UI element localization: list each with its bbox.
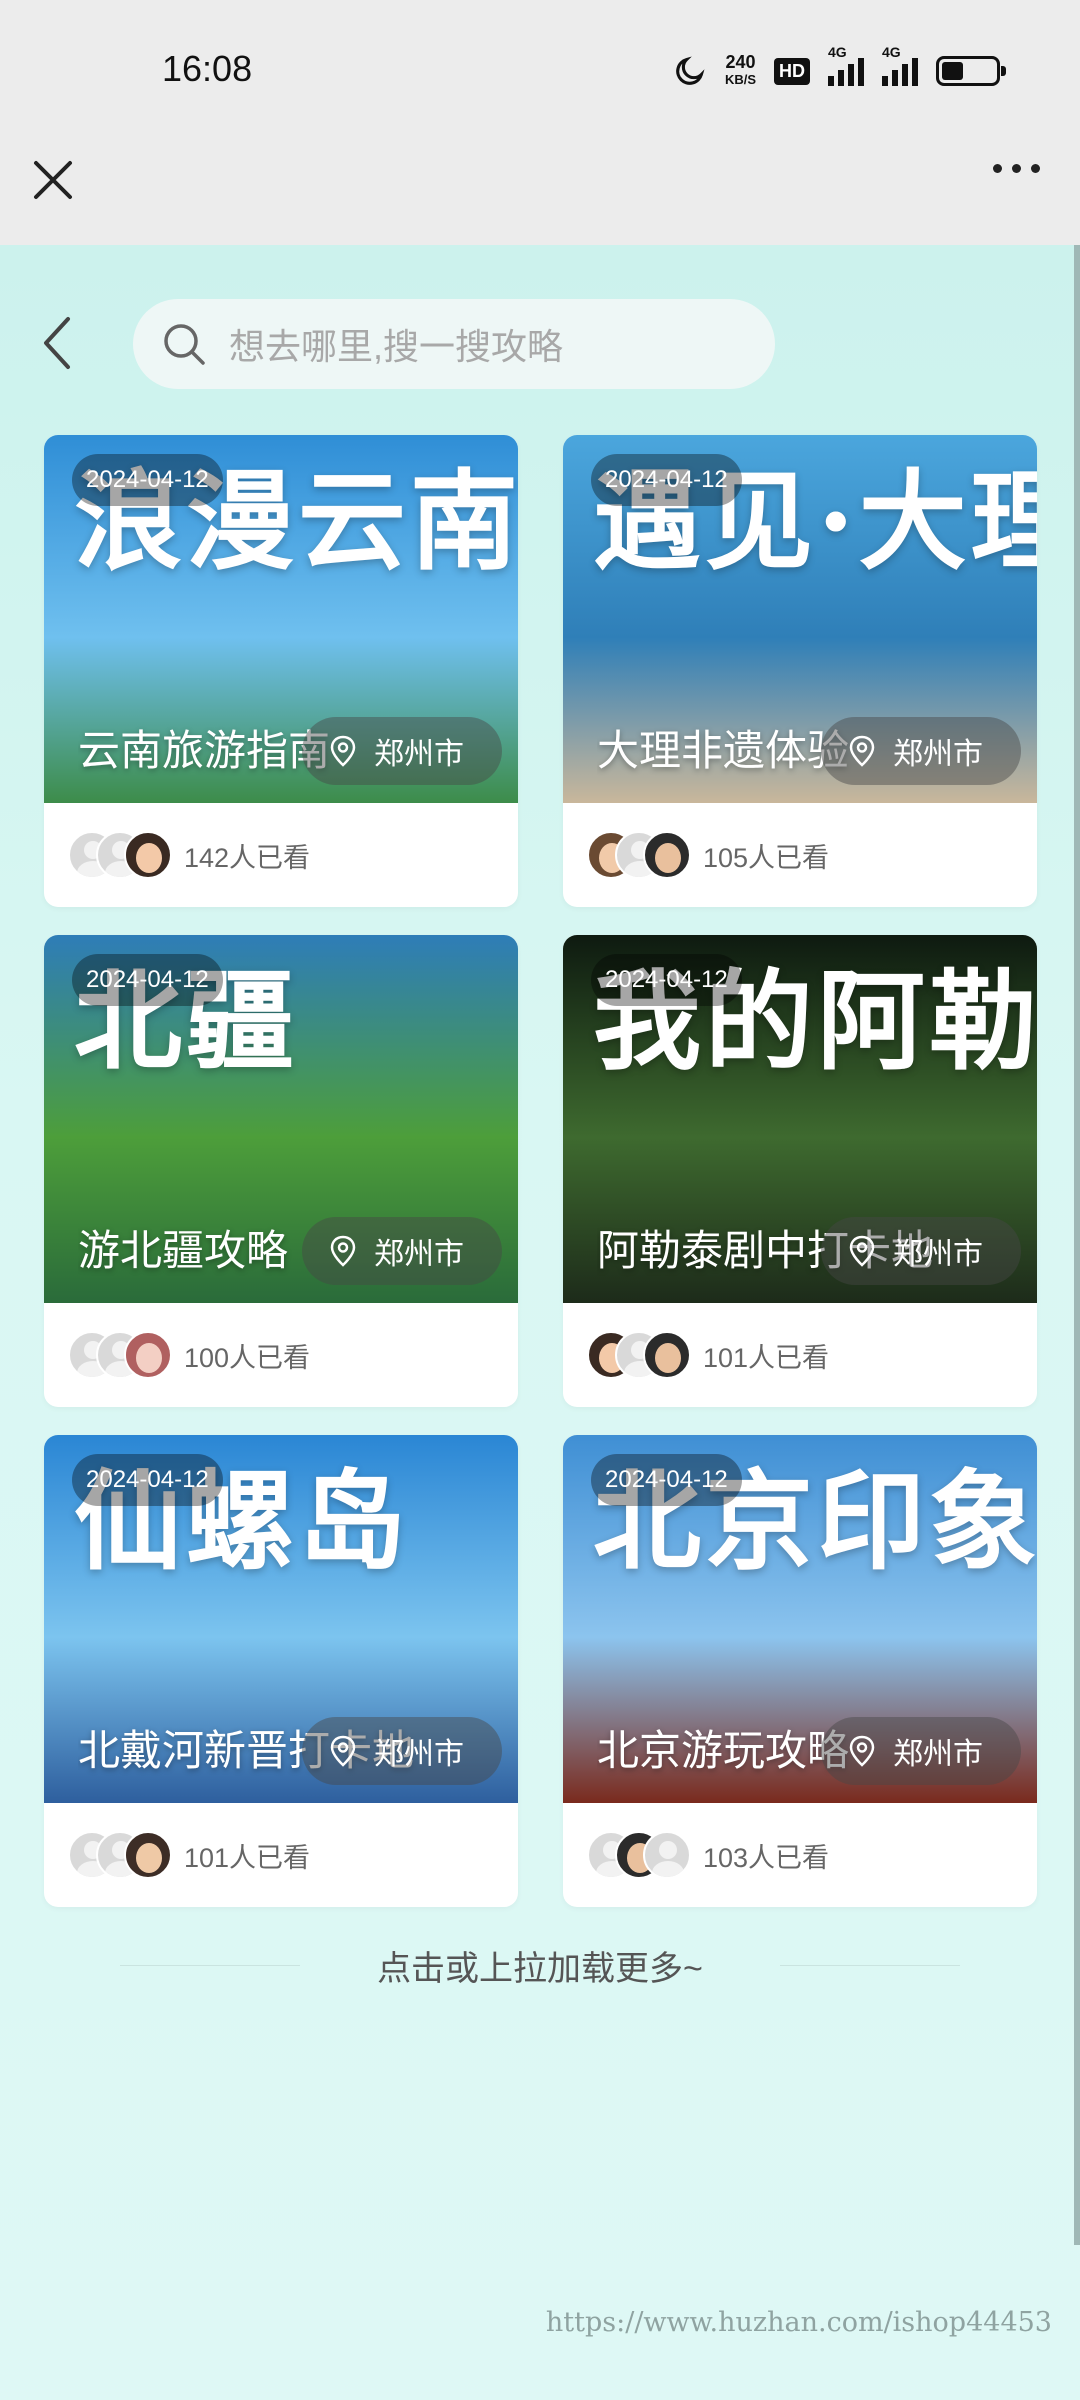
guide-card[interactable]: 仙螺岛 2024-04-12 北戴河新晋打卡地 郑州市 101人已看 xyxy=(44,1435,518,1907)
battery-icon xyxy=(936,56,1006,86)
back-icon[interactable] xyxy=(38,313,78,373)
date-badge: 2024-04-12 xyxy=(591,954,742,1006)
guide-card[interactable]: 北疆 2024-04-12 游北疆攻略 郑州市 100人已看 xyxy=(44,935,518,1407)
avatar xyxy=(124,1831,172,1879)
location-pin-icon xyxy=(849,735,875,767)
signal-label: 4G xyxy=(828,44,847,60)
location-label: 郑州市 xyxy=(374,1238,464,1271)
battery-fill xyxy=(942,62,963,80)
location-pin-icon xyxy=(849,1735,875,1767)
signal-icon-2: 4G xyxy=(882,44,918,86)
guide-card[interactable]: 北京印象 2024-04-12 北京游玩攻略 郑州市 103人已看 xyxy=(563,1435,1037,1907)
card-footer: 103人已看 xyxy=(563,1803,1037,1907)
load-more-button[interactable]: 点击或上拉加载更多~ xyxy=(0,1941,1080,1990)
dot-icon xyxy=(1031,164,1040,173)
net-speed-unit: KB/S xyxy=(724,72,756,87)
date-badge: 2024-04-12 xyxy=(591,454,742,506)
location-pill: 郑州市 xyxy=(302,1717,502,1785)
status-bar: 16:08 240 KB/S HD 4G 4G xyxy=(0,0,1080,142)
date-badge: 2024-04-12 xyxy=(72,1454,223,1506)
net-speed-value: 240 xyxy=(725,52,756,72)
location-label: 郑州市 xyxy=(893,1738,983,1771)
scrollbar[interactable] xyxy=(1074,245,1080,2245)
viewer-avatars xyxy=(587,831,691,879)
avatar xyxy=(643,1831,691,1879)
card-cover-image[interactable]: 仙螺岛 2024-04-12 北戴河新晋打卡地 郑州市 xyxy=(44,1435,518,1803)
card-cover-image[interactable]: 我的阿勒泰 2024-04-12 阿勒泰剧中打卡地 郑州市 xyxy=(563,935,1037,1303)
guide-grid: 浪漫云南 2024-04-12 云南旅游指南 郑州市 142人已看 遇见·大理 … xyxy=(44,435,1037,1907)
avatar xyxy=(124,1331,172,1379)
avatar xyxy=(643,831,691,879)
date-badge: 2024-04-12 xyxy=(591,1454,742,1506)
view-count: 101人已看 xyxy=(703,1342,830,1373)
app-bar xyxy=(0,142,1080,245)
viewer-avatars xyxy=(587,1831,691,1879)
guide-card[interactable]: 浪漫云南 2024-04-12 云南旅游指南 郑州市 142人已看 xyxy=(44,435,518,907)
viewer-avatars xyxy=(68,1331,172,1379)
signal-label-2: 4G xyxy=(882,44,901,60)
location-pin-icon xyxy=(849,1235,875,1267)
location-pin-icon xyxy=(330,1735,356,1767)
card-cover-image[interactable]: 遇见·大理 2024-04-12 大理非遗体验 郑州市 xyxy=(563,435,1037,803)
hd-badge: HD xyxy=(774,57,810,85)
card-footer: 101人已看 xyxy=(563,1303,1037,1407)
close-icon[interactable] xyxy=(30,157,76,203)
status-icons: 240 KB/S HD 4G 4G xyxy=(673,44,1006,94)
card-footer: 142人已看 xyxy=(44,803,518,907)
search-placeholder: 想去哪里,搜一搜攻略 xyxy=(229,326,564,367)
view-count: 100人已看 xyxy=(184,1342,311,1373)
avatar xyxy=(643,1331,691,1379)
location-pill: 郑州市 xyxy=(302,717,502,785)
dot-icon xyxy=(993,164,1002,173)
page-content: 想去哪里,搜一搜攻略 浪漫云南 2024-04-12 云南旅游指南 郑州市 14… xyxy=(0,245,1080,2400)
card-footer: 105人已看 xyxy=(563,803,1037,907)
view-count: 101人已看 xyxy=(184,1842,311,1873)
watermark: https://www.huzhan.com/ishop44453 xyxy=(545,2307,1052,2338)
dot-icon xyxy=(1012,164,1021,173)
location-pin-icon xyxy=(330,1235,356,1267)
search-input[interactable]: 想去哪里,搜一搜攻略 xyxy=(133,299,775,389)
card-cover-image[interactable]: 北京印象 2024-04-12 北京游玩攻略 郑州市 xyxy=(563,1435,1037,1803)
view-count: 105人已看 xyxy=(703,842,830,873)
location-pill: 郑州市 xyxy=(821,1217,1021,1285)
location-pill: 郑州市 xyxy=(821,717,1021,785)
net-speed: 240 KB/S xyxy=(725,53,756,89)
viewer-avatars xyxy=(68,831,172,879)
avatar xyxy=(124,831,172,879)
view-count: 142人已看 xyxy=(184,842,311,873)
card-cover-image[interactable]: 北疆 2024-04-12 游北疆攻略 郑州市 xyxy=(44,935,518,1303)
date-badge: 2024-04-12 xyxy=(72,454,223,506)
view-count: 103人已看 xyxy=(703,1842,830,1873)
location-label: 郑州市 xyxy=(374,738,464,771)
signal-icon: 4G xyxy=(828,44,864,86)
guide-card[interactable]: 遇见·大理 2024-04-12 大理非遗体验 郑州市 105人已看 xyxy=(563,435,1037,907)
location-label: 郑州市 xyxy=(374,1738,464,1771)
location-pill: 郑州市 xyxy=(302,1217,502,1285)
card-footer: 100人已看 xyxy=(44,1303,518,1407)
viewer-avatars xyxy=(587,1331,691,1379)
search-icon xyxy=(164,324,205,365)
moon-icon xyxy=(676,56,705,85)
viewer-avatars xyxy=(68,1831,172,1879)
card-cover-image[interactable]: 浪漫云南 2024-04-12 云南旅游指南 郑州市 xyxy=(44,435,518,803)
location-pin-icon xyxy=(330,735,356,767)
more-options-button[interactable] xyxy=(993,164,1040,173)
status-time: 16:08 xyxy=(162,48,253,89)
date-badge: 2024-04-12 xyxy=(72,954,223,1006)
location-label: 郑州市 xyxy=(893,738,983,771)
location-label: 郑州市 xyxy=(893,1238,983,1271)
location-pill: 郑州市 xyxy=(821,1717,1021,1785)
guide-card[interactable]: 我的阿勒泰 2024-04-12 阿勒泰剧中打卡地 郑州市 101人已看 xyxy=(563,935,1037,1407)
card-footer: 101人已看 xyxy=(44,1803,518,1907)
